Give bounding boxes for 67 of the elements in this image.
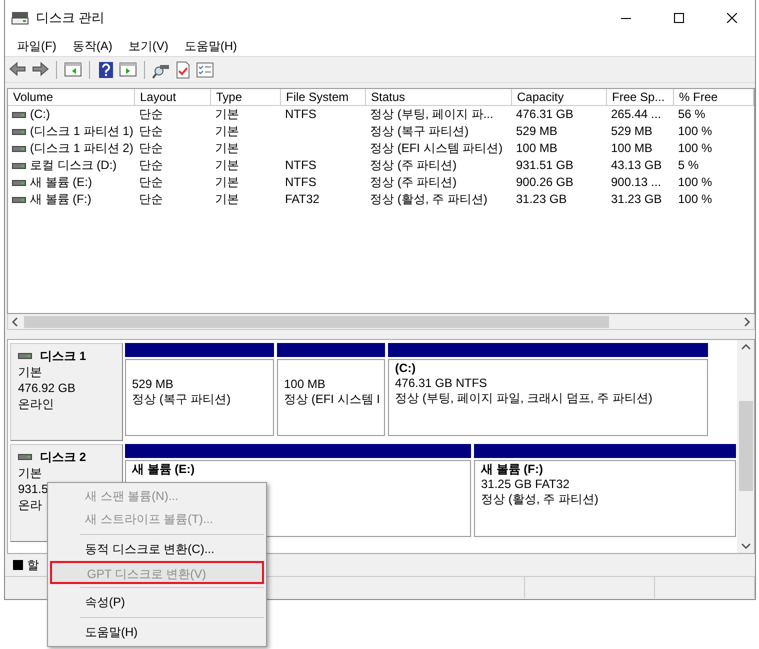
partition-status: 정상 (활성, 주 파티션) [481,492,598,506]
table-cell: 정상 (활성, 주 파티션) [370,191,488,208]
disk-detail: 931.5 [18,482,48,496]
table-cell: 100 % [678,174,712,191]
table-cell: 100 MB [516,140,558,157]
table-cell: 476.31 GB [516,106,574,123]
partition-size: 529 MB [132,377,174,391]
partition-size: 476.31 GB NTFS [395,376,488,390]
disk-detail: 온라 [18,498,42,512]
table-cell: 새 볼륨 (E:) [30,174,92,191]
table-cell: 기본 [215,123,239,140]
table-cell: 5 % [678,157,699,174]
table-cell: 100 % [678,123,712,140]
table-cell: 900.26 GB [516,174,574,191]
table-cell: NTFS [285,174,316,191]
partition-title: 새 볼륨 (F:) [481,462,543,476]
table-cell: 56 % [678,106,706,123]
table-cell: 단순 [139,174,163,191]
partition-status: 정상 (EFI 시스템 I [284,392,380,406]
disk-name: 디스크 2 [40,449,86,465]
table-cell: 기본 [215,191,239,208]
disk-detail: 476.92 GB [18,381,76,395]
table-cell: 정상 (EFI 시스템 파티션) [370,140,503,157]
partition-size: 31.25 GB FAT32 [481,477,570,491]
table-cell: NTFS [285,106,316,123]
table-cell: 100 MB [611,140,652,157]
table-cell: 265.44 ... [611,106,662,123]
table-cell: 기본 [215,174,239,191]
table-cell: 단순 [139,157,163,174]
disk-detail: 기본 [18,466,42,480]
partition-status: 정상 (복구 파티션) [132,392,231,406]
table-cell: 정상 (주 파티션) [370,157,457,174]
table-cell: 정상 (주 파티션) [370,174,457,191]
table-cell: 새 볼륨 (F:) [30,191,92,208]
table-cell: 단순 [139,106,163,123]
disk-name: 디스크 1 [40,348,86,364]
disk-detail: 온라인 [18,397,54,411]
disk-detail: 기본 [18,365,42,379]
table-cell: 529 MB [611,123,652,140]
legend-label: 할 [27,557,39,574]
table-cell: 43.13 GB [611,157,662,174]
table-cell: 로컬 디스크 (D:) [30,157,117,174]
partition-title: (C:) [395,361,416,375]
table-cell: 31.23 GB [516,191,567,208]
table-cell: (디스크 1 파티션 1) [30,123,134,140]
table-cell: 단순 [139,123,163,140]
partition-size: 100 MB [284,377,326,391]
table-cell: 단순 [139,191,163,208]
table-cell: 900.13 ... [611,174,662,191]
table-cell: 정상 (복구 파티션) [370,123,469,140]
table-cell: (디스크 1 파티션 2) [30,140,134,157]
table-cell: 정상 (부팅, 페이지 파... [370,106,494,123]
table-cell: 단순 [139,140,163,157]
table-cell: 기본 [215,106,239,123]
table-cell: 기본 [215,157,239,174]
table-cell: 100 % [678,140,712,157]
table-cell: FAT32 [285,191,320,208]
partition-status: 정상 (부팅, 페이지 파일, 크래시 덤프, 주 파티션) [395,391,652,405]
table-cell: 529 MB [516,123,558,140]
table-cell: 기본 [215,140,239,157]
table-cell: 31.23 GB [611,191,662,208]
table-cell: 100 % [678,191,712,208]
table-cell: (C:) [30,106,50,123]
table-cell: NTFS [285,157,316,174]
table-cell: 931.51 GB [516,157,574,174]
window-title: 디스크 관리 [36,9,105,28]
partition-title: 새 볼륨 (E:) [132,462,195,476]
